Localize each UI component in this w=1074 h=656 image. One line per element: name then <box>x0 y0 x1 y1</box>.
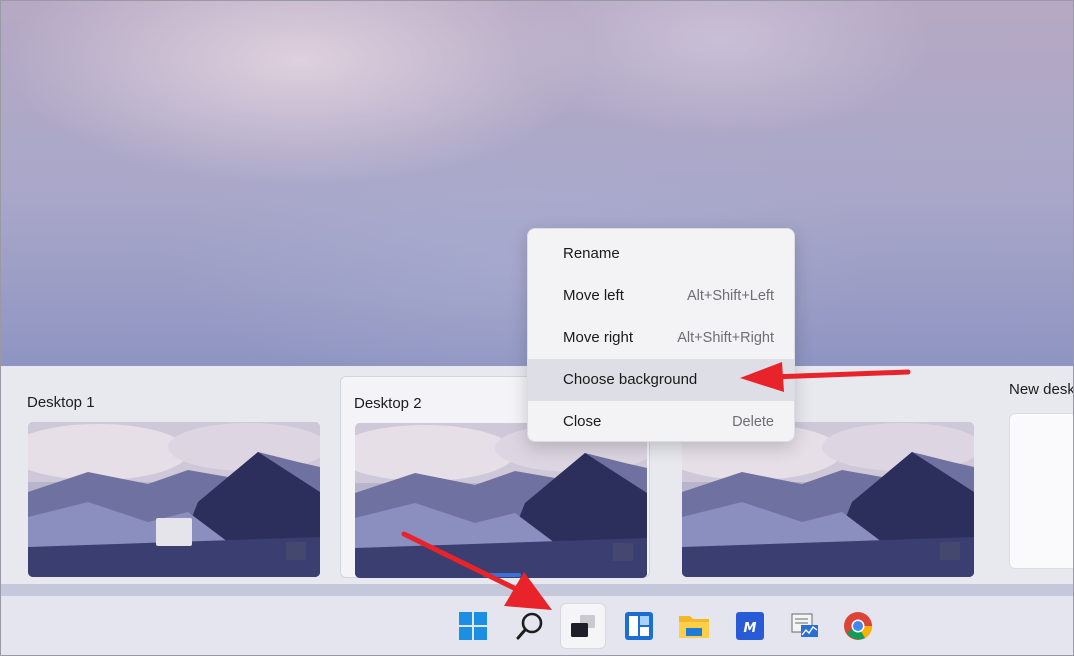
menu-item-rename[interactable]: Rename <box>528 233 794 275</box>
taskbar: M <box>0 596 1074 656</box>
menu-item-label: Close <box>563 413 602 430</box>
malwarebytes-icon[interactable]: M <box>728 604 772 648</box>
desktop-2-thumbnail[interactable] <box>355 423 647 578</box>
menu-item-shortcut: Alt+Shift+Right <box>677 330 774 346</box>
desktop-context-menu: Rename Move left Alt+Shift+Left Move rig… <box>527 228 795 442</box>
search-icon[interactable] <box>508 604 552 648</box>
chrome-icon[interactable] <box>836 604 880 648</box>
menu-item-move-right[interactable]: Move right Alt+Shift+Right <box>528 317 794 359</box>
file-explorer-icon[interactable] <box>672 604 716 648</box>
menu-item-label: Rename <box>563 245 620 262</box>
menu-item-move-left[interactable]: Move left Alt+Shift+Left <box>528 275 794 317</box>
task-manager-icon[interactable] <box>783 604 827 648</box>
menu-item-choose-background[interactable]: Choose background <box>528 359 794 401</box>
menu-item-shortcut: Alt+Shift+Left <box>686 288 774 304</box>
menu-item-label: Move right <box>563 329 634 346</box>
active-desktop-indicator <box>483 573 521 577</box>
desktop-1-card[interactable]: Desktop 1 <box>0 376 320 577</box>
desktop-1-label: Desktop 1 <box>27 394 95 411</box>
svg-text:M: M <box>744 621 757 636</box>
strip-bottom-bar <box>0 584 1074 596</box>
menu-item-label: Choose background <box>563 371 698 388</box>
widgets-icon[interactable] <box>617 604 661 648</box>
desktop-2-label: Desktop 2 <box>354 395 422 412</box>
task-view-icon[interactable] <box>561 604 605 648</box>
menu-item-close[interactable]: Close Delete <box>528 401 794 443</box>
menu-item-label: Move left <box>563 287 624 304</box>
desktop-1-thumbnail[interactable] <box>28 422 320 577</box>
desktop-3-thumbnail[interactable] <box>682 422 974 577</box>
new-desktop-label: New deskt <box>1009 381 1074 398</box>
menu-item-shortcut: Delete <box>732 414 774 430</box>
windows-start-icon[interactable] <box>451 604 495 648</box>
new-desktop-button[interactable] <box>1009 413 1074 569</box>
